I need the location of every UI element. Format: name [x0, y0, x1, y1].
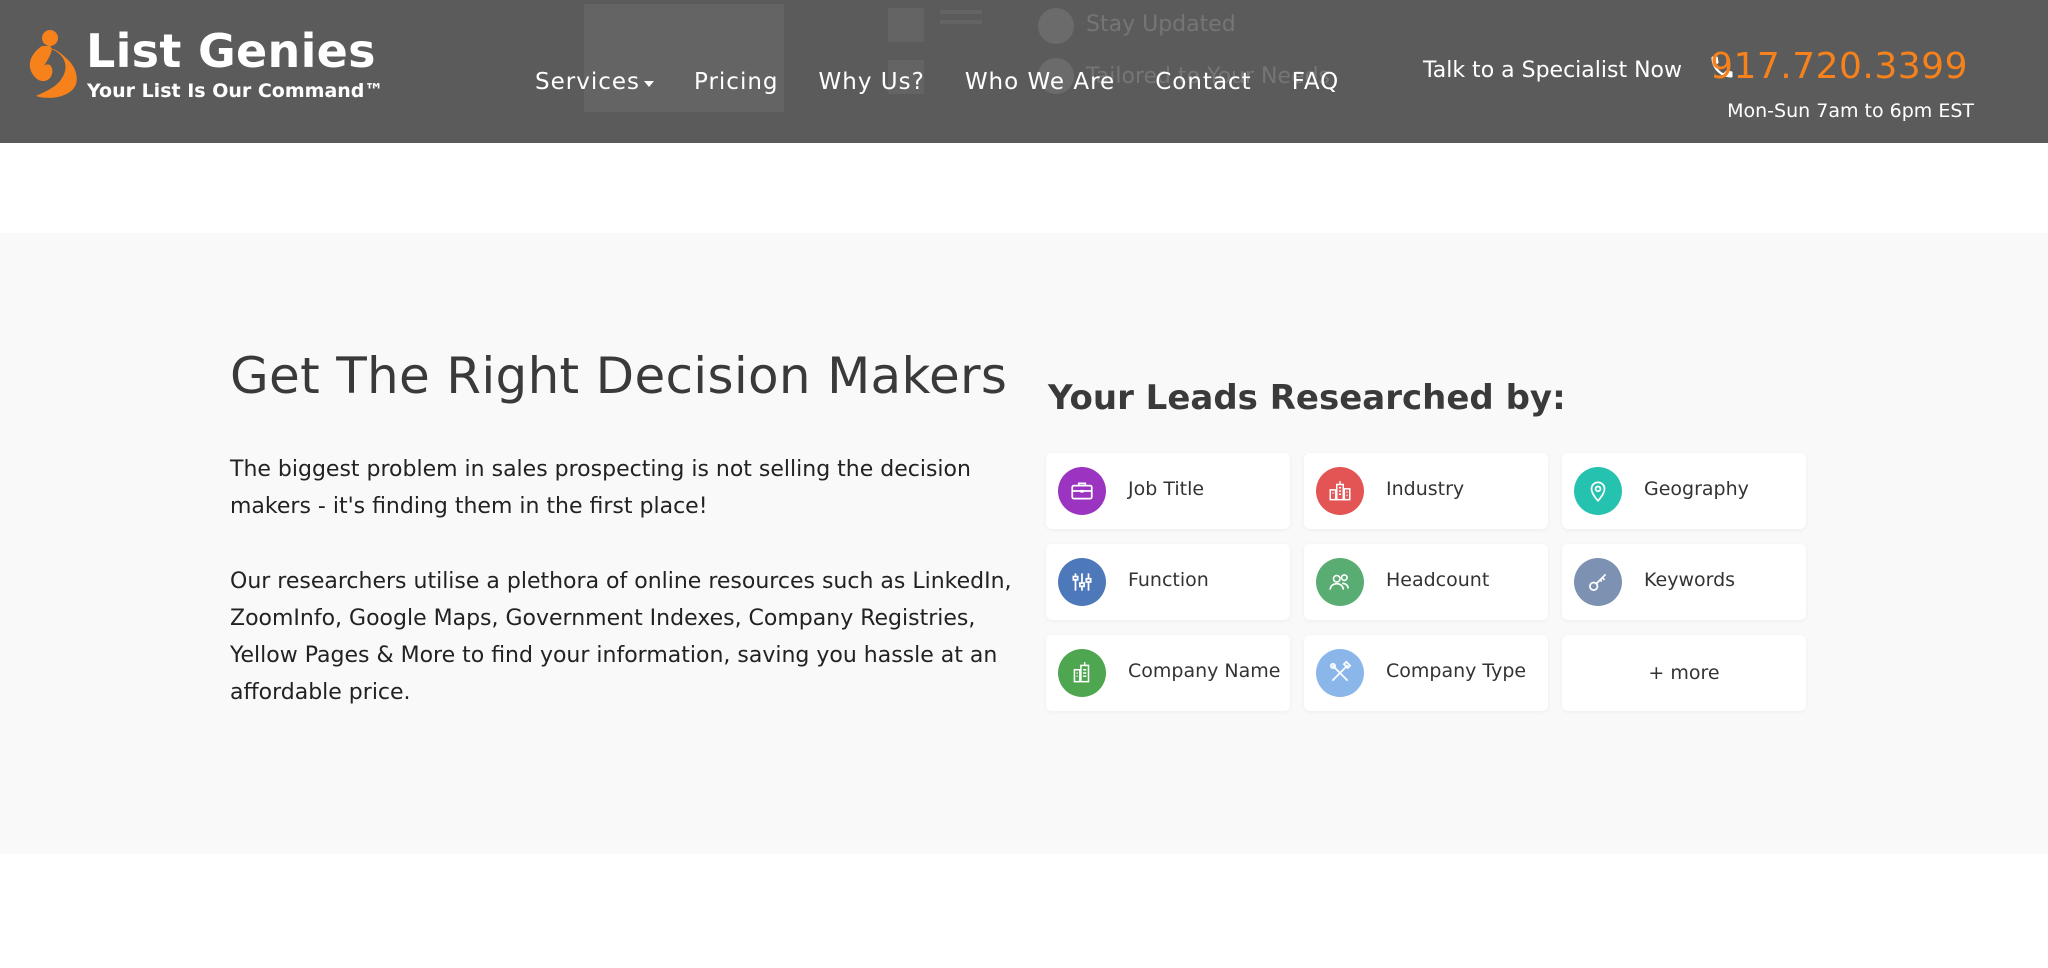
more-criteria-label: + more	[1648, 662, 1720, 684]
criteria-card-company-name[interactable]: Company Name	[1046, 635, 1290, 711]
header-contact: Talk to a Specialist Now 917.720.3399 Mo…	[1408, 44, 1974, 134]
criteria-label: Keywords	[1644, 569, 1736, 591]
criteria-label: Geography	[1644, 478, 1749, 500]
ghost-line	[940, 10, 982, 14]
criteria-card-geography[interactable]: Geography	[1562, 453, 1806, 529]
phone-number-link[interactable]: 917.720.3399	[1710, 46, 1968, 87]
criteria-label: Company Name	[1128, 660, 1281, 682]
ghost-line	[940, 20, 982, 24]
intro-paragraph: The biggest problem in sales prospecting…	[230, 457, 971, 519]
nav-why-us[interactable]: Why Us?	[819, 69, 925, 95]
criteria-label: Industry	[1386, 478, 1465, 500]
criteria-label: Job Title	[1128, 478, 1205, 500]
key-icon	[1574, 558, 1622, 606]
section-headline: Get The Right Decision Makers	[230, 347, 1008, 405]
building-icon	[1058, 649, 1106, 697]
nav-faq[interactable]: FAQ	[1292, 69, 1340, 95]
criteria-label: Headcount	[1386, 569, 1490, 591]
criteria-card-company-type[interactable]: Company Type	[1304, 635, 1548, 711]
criteria-label: Company Type	[1386, 660, 1527, 682]
ghost-square	[888, 8, 924, 42]
briefcase-icon	[1058, 467, 1106, 515]
logo-title: List Genies	[86, 24, 376, 78]
more-criteria-button[interactable]: + more	[1562, 635, 1806, 711]
nav-who-we-are[interactable]: Who We Are	[965, 69, 1115, 95]
lead-criteria-grid: Job Title Industry Geography Function He…	[1046, 453, 1810, 713]
people-icon	[1316, 558, 1364, 606]
chevron-down-icon	[644, 81, 654, 87]
map-pin-icon	[1574, 467, 1622, 515]
nav-pricing[interactable]: Pricing	[694, 69, 779, 95]
criteria-card-industry[interactable]: Industry	[1304, 453, 1548, 529]
city-buildings-icon	[1316, 467, 1364, 515]
criteria-card-keywords[interactable]: Keywords	[1562, 544, 1806, 620]
logo[interactable]: List Genies Your List Is Our Command™	[20, 22, 384, 112]
nav-services-label: Services	[535, 69, 640, 95]
criteria-card-function[interactable]: Function	[1046, 544, 1290, 620]
main-nav: Services Pricing Why Us? Who We Are Cont…	[535, 64, 1379, 100]
tools-icon	[1316, 649, 1364, 697]
criteria-label: Function	[1128, 569, 1209, 591]
nav-contact[interactable]: Contact	[1155, 69, 1251, 95]
researchers-paragraph: Our researchers utilise a plethora of on…	[230, 569, 1012, 705]
genie-logo-icon	[29, 30, 77, 98]
criteria-card-job-title[interactable]: Job Title	[1046, 453, 1290, 529]
nav-services[interactable]: Services	[535, 69, 654, 95]
decision-makers-section: Get The Right Decision Makers The bigges…	[0, 233, 2048, 854]
logo-tagline: Your List Is Our Command™	[87, 80, 384, 102]
ghost-text: Stay Updated	[1086, 12, 1236, 37]
site-header: Stay Updated Tailored to Your Needs List…	[0, 0, 2048, 143]
specialist-cta-label: Talk to a Specialist Now	[1422, 58, 1682, 83]
sliders-icon	[1058, 558, 1106, 606]
leads-researched-title: Your Leads Researched by:	[1048, 378, 1566, 418]
ghost-check-circle	[1038, 8, 1074, 44]
business-hours: Mon-Sun 7am to 6pm EST	[1727, 100, 1974, 122]
criteria-card-headcount[interactable]: Headcount	[1304, 544, 1548, 620]
